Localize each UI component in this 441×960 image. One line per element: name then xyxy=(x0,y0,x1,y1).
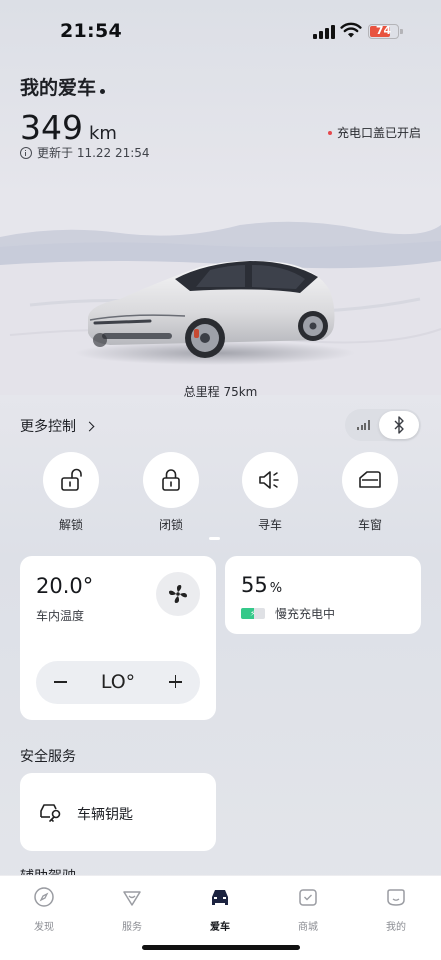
temperature-stepper: LO° xyxy=(36,661,200,704)
status-bar: 21:54 74 xyxy=(0,0,441,62)
tab-discover[interactable]: 发现 xyxy=(14,886,74,933)
chevron-right-icon xyxy=(84,421,95,431)
info-icon xyxy=(20,146,32,159)
charging-card[interactable]: 55% ⚡ 慢充充电中 xyxy=(225,556,421,634)
lock-label: 闭锁 xyxy=(158,518,183,532)
title-decoration-dot xyxy=(100,89,105,94)
battery-icon: 74 xyxy=(368,24,403,39)
page-indicator xyxy=(209,537,220,540)
cabin-temperature-label: 车内温度 xyxy=(36,609,85,623)
alert-dot xyxy=(327,130,332,135)
range-value: 349 xyxy=(20,108,83,147)
unlock-icon xyxy=(43,452,99,508)
battery-level: 74 xyxy=(375,24,392,37)
unlock-label: 解锁 xyxy=(58,518,83,532)
tab-profile[interactable]: 我的 xyxy=(366,886,426,933)
wifi-icon xyxy=(340,22,362,38)
alert-text: 充电口盖已开启 xyxy=(336,126,421,140)
vehicle-key-card[interactable]: 车辆钥匙 xyxy=(20,773,216,851)
tab-my-car[interactable]: 爱车 xyxy=(190,886,250,933)
find-car-button[interactable]: 寻车 xyxy=(241,452,299,533)
increase-temp-button[interactable] xyxy=(169,675,182,688)
cabin-temperature: 20.0° xyxy=(36,574,94,598)
service-heart-icon xyxy=(123,891,141,906)
window-icon xyxy=(342,452,398,508)
more-controls-label: 更多控制 xyxy=(20,419,76,435)
tab-shop[interactable]: 商城 xyxy=(278,886,338,933)
tab-label: 发现 xyxy=(34,922,54,933)
toggle-knob xyxy=(379,411,419,439)
car-icon xyxy=(212,890,228,905)
charge-status: ⚡ 慢充充电中 xyxy=(241,605,335,622)
car-key-icon xyxy=(40,804,61,822)
page-title: 我的爱车 xyxy=(20,77,97,99)
unlock-button[interactable]: 解锁 xyxy=(42,452,100,533)
tab-label: 商城 xyxy=(298,922,318,933)
charge-percent-value: 55 xyxy=(241,573,268,597)
charge-level: 55% xyxy=(241,573,282,597)
find-car-label: 寻车 xyxy=(257,518,282,532)
more-controls-link[interactable]: 更多控制 xyxy=(20,416,95,436)
connection-mode-toggle[interactable] xyxy=(345,409,421,441)
profile-icon xyxy=(387,889,405,906)
charge-port-alert[interactable]: 充电口盖已开启 xyxy=(327,124,421,141)
safety-section-title: 安全服务 xyxy=(20,749,76,765)
lock-icon xyxy=(143,452,199,508)
home-indicator xyxy=(142,945,300,950)
lock-button[interactable]: 闭锁 xyxy=(142,452,200,533)
car-hero-image[interactable] xyxy=(0,195,441,395)
status-time: 21:54 xyxy=(60,20,122,42)
range-unit: km xyxy=(89,123,117,144)
tab-label: 服务 xyxy=(122,922,142,933)
network-mode-icon xyxy=(357,420,370,430)
charging-battery-icon: ⚡ xyxy=(241,608,265,619)
fan-button[interactable] xyxy=(156,572,200,616)
window-label: 车窗 xyxy=(357,518,382,532)
range-readout: 349 km xyxy=(20,108,117,147)
vehicle-key-label: 车辆钥匙 xyxy=(77,807,133,823)
odometer: 总里程 75km xyxy=(183,385,258,399)
cellular-signal-icon xyxy=(313,24,335,39)
bluetooth-icon xyxy=(394,416,404,434)
tab-label: 我的 xyxy=(386,922,406,933)
charge-percent-unit: % xyxy=(269,581,283,596)
horn-icon xyxy=(242,452,298,508)
fan-icon xyxy=(169,585,187,603)
tab-label: 爱车 xyxy=(210,922,230,933)
update-time: 更新于 11.22 21:54 xyxy=(20,144,150,161)
shop-icon xyxy=(299,889,317,906)
compass-icon xyxy=(34,887,54,907)
update-time-text: 更新于 11.22 21:54 xyxy=(37,146,150,160)
window-button[interactable]: 车窗 xyxy=(341,452,399,533)
charge-status-text: 慢充充电中 xyxy=(275,607,336,621)
tab-service[interactable]: 服务 xyxy=(102,886,162,933)
climate-card[interactable]: 20.0° 车内温度 LO° xyxy=(20,556,216,720)
